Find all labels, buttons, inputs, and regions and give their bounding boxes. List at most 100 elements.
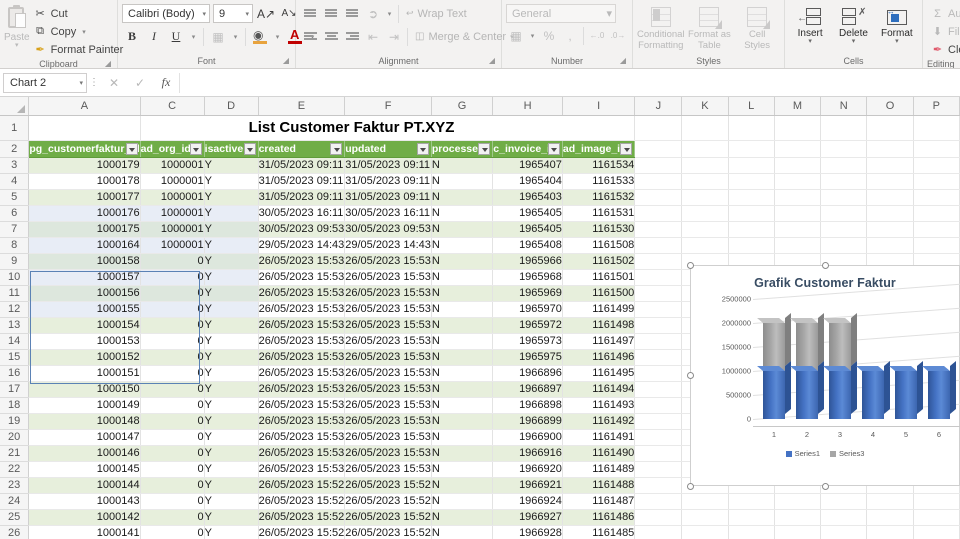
row-header-2[interactable]: 2 <box>0 140 30 158</box>
cell-empty[interactable] <box>866 205 914 222</box>
cell-empty[interactable] <box>728 237 775 254</box>
row-header-26[interactable]: 26 <box>0 525 30 539</box>
cell[interactable]: 30/05/2023 09:53 <box>344 221 432 238</box>
cell[interactable]: Y <box>204 333 259 350</box>
row-header-24[interactable]: 24 <box>0 493 30 510</box>
cell[interactable]: Y <box>204 221 259 238</box>
chart-object[interactable]: Grafik Customer Faktur 0 500000 1000000 150… <box>687 262 960 490</box>
decrease-decimal-icon[interactable]: .0→ <box>608 26 628 46</box>
cell-empty[interactable] <box>634 525 683 539</box>
cell[interactable]: 0 <box>140 301 205 318</box>
cell[interactable]: 1000145 <box>28 461 141 478</box>
table-row[interactable]: 6 1000176 1000001 Y 30/05/2023 16:11 30/05/20… <box>0 205 960 222</box>
cell[interactable]: 1000144 <box>28 477 141 494</box>
cell[interactable]: 1000141 <box>28 525 141 539</box>
cell[interactable]: Y <box>204 349 259 366</box>
alignment-dialog-launcher[interactable]: ◢ <box>489 54 495 67</box>
cell[interactable]: 0 <box>140 253 205 270</box>
cell-empty[interactable] <box>913 157 960 174</box>
cell[interactable]: 26/05/2023 15:53 <box>258 429 346 446</box>
cell[interactable]: 0 <box>140 493 205 510</box>
cell-empty[interactable] <box>728 525 775 539</box>
column-header-l[interactable]: L <box>728 97 775 116</box>
row-header-1[interactable]: 1 <box>0 115 30 141</box>
cell-empty[interactable] <box>634 269 683 286</box>
cell-empty[interactable] <box>820 509 868 526</box>
formula-bar-grip[interactable]: ⋮ <box>87 77 101 88</box>
cell[interactable]: 26/05/2023 15:53 <box>344 397 432 414</box>
cell[interactable]: 31/05/2023 09:11 <box>344 189 432 206</box>
cell-empty[interactable] <box>913 173 960 190</box>
row-header-9[interactable]: 9 <box>0 253 30 270</box>
accounting-format-icon[interactable]: ▦ <box>506 26 526 46</box>
table-row[interactable]: 8 1000164 1000001 Y 29/05/2023 14:43 29/05/20… <box>0 237 960 254</box>
table-header-ad_image_id[interactable]: ad_image_id <box>562 140 636 158</box>
column-header-e[interactable]: E <box>258 97 346 116</box>
row-header-3[interactable]: 3 <box>0 157 30 174</box>
column-header-i[interactable]: I <box>562 97 636 116</box>
row-header-10[interactable]: 10 <box>0 269 30 286</box>
filter-dropdown-icon[interactable] <box>547 142 560 155</box>
cell-empty[interactable] <box>634 173 683 190</box>
cell[interactable]: Y <box>204 237 259 254</box>
font-dialog-launcher[interactable]: ◢ <box>283 54 289 67</box>
cell-empty[interactable] <box>774 509 822 526</box>
cell-a1[interactable] <box>28 115 141 141</box>
cell[interactable]: 1000158 <box>28 253 141 270</box>
cell[interactable]: 0 <box>140 429 205 446</box>
cell-empty[interactable] <box>634 429 683 446</box>
cell[interactable]: N <box>431 413 494 430</box>
chart-bar-segment-series3[interactable] <box>823 312 857 371</box>
cell-empty[interactable] <box>774 173 822 190</box>
align-middle-button[interactable] <box>321 4 341 23</box>
cell[interactable]: 1161488 <box>562 477 636 494</box>
cell[interactable]: N <box>431 237 494 254</box>
cell-empty[interactable] <box>634 381 683 398</box>
chevron-down-icon[interactable]: ▾ <box>895 38 899 45</box>
cell[interactable]: 1161496 <box>562 349 636 366</box>
chevron-down-icon[interactable]: ▾ <box>808 38 812 45</box>
cell[interactable]: 1965403 <box>492 189 563 206</box>
column-header-c[interactable]: C <box>140 97 205 116</box>
copy-button[interactable]: ⧉ Copy ▾ <box>30 23 128 40</box>
table-header-pg_customerfaktur_id[interactable]: pg_customerfaktur_id <box>28 140 141 158</box>
cell[interactable]: 1000152 <box>28 349 141 366</box>
table-header-isactive[interactable]: isactive <box>204 140 259 158</box>
cell[interactable]: 1966900 <box>492 429 563 446</box>
chart-bar-segment-series1[interactable] <box>823 360 857 419</box>
italic-button[interactable]: I <box>144 27 164 47</box>
bold-button[interactable]: B <box>122 27 142 47</box>
cell[interactable]: 1161501 <box>562 269 636 286</box>
cell[interactable]: 0 <box>140 381 205 398</box>
chart-bar-segment-series3[interactable] <box>757 312 791 371</box>
cell[interactable]: 1000157 <box>28 269 141 286</box>
cell-empty[interactable] <box>866 115 914 141</box>
cell[interactable]: 0 <box>140 509 205 526</box>
cell[interactable]: 26/05/2023 15:53 <box>258 317 346 334</box>
cell[interactable]: 26/05/2023 15:53 <box>258 397 346 414</box>
decrease-indent-icon[interactable]: ⇤ <box>363 27 383 47</box>
cell[interactable]: 1000179 <box>28 157 141 174</box>
cell[interactable]: N <box>431 525 494 539</box>
cell[interactable]: 26/05/2023 15:53 <box>344 285 432 302</box>
chart-legend-item[interactable]: Series3 <box>830 449 864 458</box>
cell-empty[interactable] <box>774 157 822 174</box>
cell-empty[interactable] <box>774 115 822 141</box>
row-header-11[interactable]: 11 <box>0 285 30 302</box>
cell-empty[interactable] <box>681 140 729 158</box>
cell[interactable]: 1161490 <box>562 445 636 462</box>
cell-empty[interactable] <box>634 397 683 414</box>
cell[interactable]: Y <box>204 445 259 462</box>
cell-empty[interactable] <box>774 493 822 510</box>
cell[interactable]: 1966920 <box>492 461 563 478</box>
cell[interactable]: Y <box>204 269 259 286</box>
select-all-corner[interactable] <box>0 97 30 116</box>
cell[interactable]: N <box>431 205 494 222</box>
cell[interactable]: Y <box>204 173 259 190</box>
cell[interactable]: 0 <box>140 461 205 478</box>
cell-empty[interactable] <box>866 221 914 238</box>
row-header-8[interactable]: 8 <box>0 237 30 254</box>
cell[interactable]: N <box>431 509 494 526</box>
chart-bar-segment-series1[interactable] <box>922 360 956 419</box>
cell[interactable]: 1161531 <box>562 205 636 222</box>
